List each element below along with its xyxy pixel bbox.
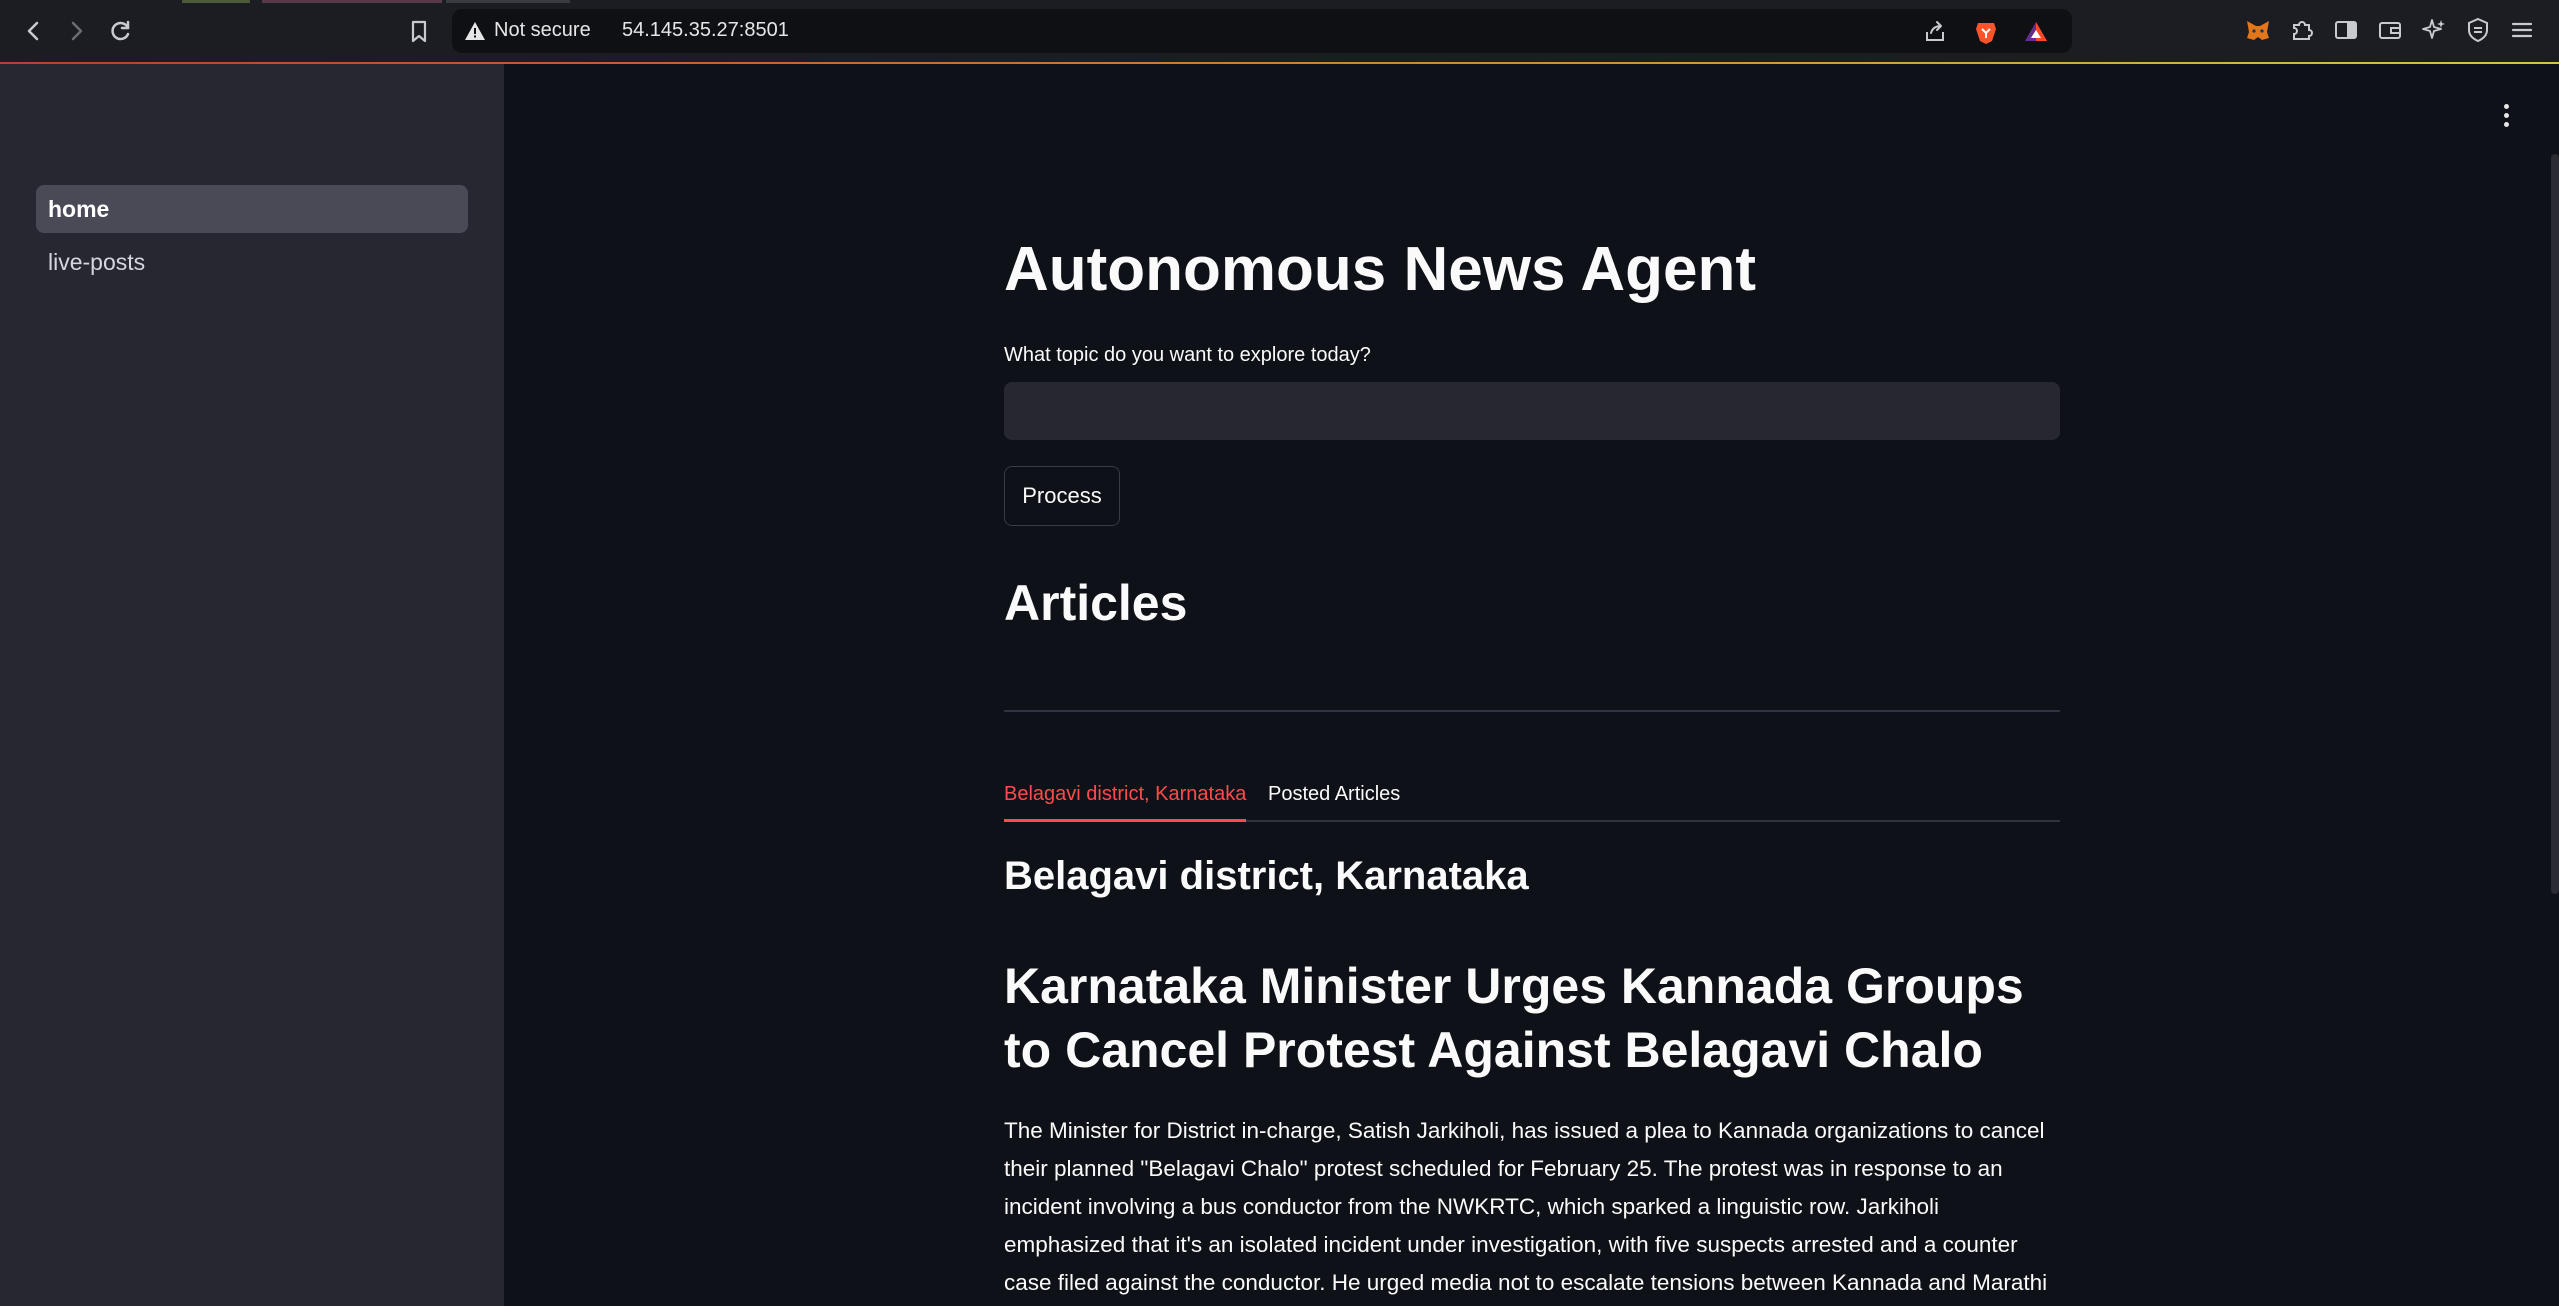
article-title: Karnataka Minister Urges Kannada Groups … [1004,958,2024,1078]
main-menu-icon[interactable] [2501,104,2511,130]
article-subheader: Belagavi district, Karnataka [1004,854,1529,898]
address-bar[interactable]: Not secure 54.145.35.27:8501 [452,9,2072,53]
tab-belagavi[interactable]: Belagavi district, Karnataka [1004,774,1247,822]
puzzle-extensions-icon[interactable] [2288,16,2316,44]
brave-lion-icon[interactable] [1973,19,1999,45]
sidebar-item-home[interactable]: home [36,185,468,233]
reload-icon[interactable] [106,16,136,46]
sidebar-item-live-posts[interactable]: live-posts [36,238,468,286]
divider [1004,710,2060,712]
forward-arrow-icon[interactable] [62,16,92,46]
metamask-fox-icon[interactable] [2244,16,2272,44]
topic-label: What topic do you want to explore today? [1004,344,1371,366]
tab-strip [0,0,2559,3]
leo-ai-icon[interactable] [2420,16,2448,44]
share-icon[interactable] [1922,19,1948,45]
wallet-icon[interactable] [2376,16,2404,44]
article-body: The Minister for District in-charge, Sat… [1004,1118,2048,1295]
warning-icon[interactable] [464,20,486,42]
brave-rewards-triangle-icon[interactable] [2023,19,2049,45]
process-button[interactable]: Process [1004,466,1120,526]
main-content: Autonomous News Agent What topic do you … [504,64,2559,1306]
menu-hamburger-icon[interactable] [2508,16,2536,44]
vpn-shield-icon[interactable] [2464,16,2492,44]
sidebar-toggle-icon[interactable] [2332,16,2360,44]
articles-heading: Articles [1004,575,1188,631]
article-tabs: Belagavi district, Karnataka Posted Arti… [1004,774,2060,822]
sidebar: home live-posts [0,64,504,1306]
topic-input[interactable] [1004,382,2060,440]
scrollbar[interactable] [2551,154,2559,894]
url-text[interactable]: 54.145.35.27:8501 [622,19,789,42]
page-title: Autonomous News Agent [1004,235,1757,304]
back-arrow-icon[interactable] [18,16,48,46]
security-label[interactable]: Not secure [494,19,591,42]
browser-toolbar: Not secure 54.145.35.27:8501 [0,0,2559,64]
bookmark-icon[interactable] [404,16,434,46]
tab-posted-articles[interactable]: Posted Articles [1268,774,1400,822]
